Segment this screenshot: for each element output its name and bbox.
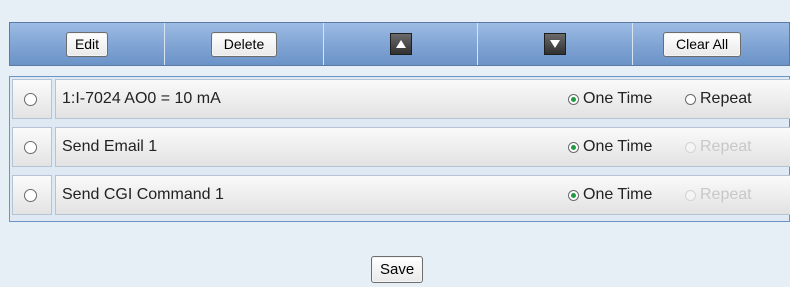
repeat-option-disabled: Repeat: [685, 186, 752, 204]
row-select-radio[interactable]: [12, 79, 52, 119]
list-item-label: Send Email 1: [62, 138, 158, 155]
toolbar-cell-edit: Edit: [10, 23, 165, 65]
save-button[interactable]: Save: [371, 256, 424, 283]
edit-button[interactable]: Edit: [65, 31, 109, 57]
one-time-option[interactable]: One Time: [568, 138, 652, 156]
move-down-button[interactable]: [544, 33, 566, 55]
repeat-label: Repeat: [700, 186, 752, 203]
toolbar-cell-delete: Delete: [165, 23, 324, 65]
one-time-label: One Time: [583, 90, 653, 107]
radio-disabled-icon: [685, 141, 696, 153]
radio-checked-icon: [568, 189, 579, 201]
toolbar-cell-clear-all: Clear All: [633, 23, 789, 65]
list-item-label: 1:I-7024 AO0 = 10 mA: [62, 90, 221, 107]
clear-all-button[interactable]: Clear All: [663, 31, 742, 57]
one-time-option[interactable]: One Time: [568, 186, 652, 204]
list-item-body: 1:I-7024 AO0 = 10 mA One Time Repeat: [55, 79, 790, 119]
toolbar-cell-move-down: [478, 23, 633, 65]
move-up-button[interactable]: [389, 33, 412, 55]
delete-button[interactable]: Delete: [210, 31, 278, 57]
list-item: Send CGI Command 1 One Time Repeat: [10, 173, 790, 217]
one-time-label: One Time: [583, 138, 653, 155]
list-item: 1:I-7024 AO0 = 10 mA One Time Repeat: [10, 77, 790, 121]
list-item-body: Send Email 1 One Time Repeat: [55, 127, 790, 167]
radio-icon: [23, 140, 37, 154]
list-item-body: Send CGI Command 1 One Time Repeat: [55, 175, 790, 215]
radio-checked-icon: [568, 93, 579, 105]
repeat-label: Repeat: [700, 138, 752, 155]
radio-disabled-icon: [685, 189, 696, 201]
schedule-list: 1:I-7024 AO0 = 10 mA One Time Repeat Sen…: [9, 76, 790, 222]
radio-icon: [23, 92, 37, 106]
one-time-label: One Time: [583, 186, 653, 203]
toolbar-cell-move-up: [324, 23, 478, 65]
list-item-label: Send CGI Command 1: [62, 186, 224, 203]
list-item: Send Email 1 One Time Repeat: [10, 125, 790, 169]
row-select-radio[interactable]: [12, 127, 52, 167]
repeat-label: Repeat: [700, 90, 752, 107]
one-time-option[interactable]: One Time: [568, 90, 652, 108]
triangle-up-icon: [395, 40, 406, 48]
repeat-option-disabled: Repeat: [685, 138, 752, 156]
radio-icon: [23, 188, 37, 202]
toolbar: Edit Delete Clear All: [9, 22, 790, 66]
schedule-panel: Edit Delete Clear All 1:I-7024 AO0 = 10 …: [0, 0, 790, 287]
radio-checked-icon: [568, 141, 579, 153]
row-select-radio[interactable]: [12, 175, 52, 215]
repeat-option[interactable]: Repeat: [685, 90, 752, 108]
footer: Save: [371, 256, 424, 283]
radio-icon: [685, 93, 696, 105]
triangle-down-icon: [550, 40, 560, 48]
